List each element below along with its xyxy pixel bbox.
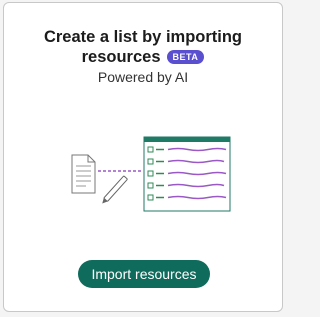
card-title-text: resources bbox=[81, 48, 161, 66]
list-panel-icon bbox=[143, 136, 231, 212]
import-resources-card: Create a list by importing resources BETA… bbox=[3, 2, 283, 312]
card-title-line-1: Create a list by importing bbox=[43, 28, 243, 46]
card-subtitle: Powered by AI bbox=[97, 69, 189, 85]
document-icon bbox=[71, 154, 96, 194]
import-resources-button[interactable]: Import resources bbox=[78, 260, 210, 288]
import-illustration bbox=[71, 136, 231, 212]
card-title-line-2: resources BETA bbox=[4, 47, 282, 67]
beta-badge: BETA bbox=[166, 50, 205, 64]
pen-icon bbox=[102, 175, 128, 204]
